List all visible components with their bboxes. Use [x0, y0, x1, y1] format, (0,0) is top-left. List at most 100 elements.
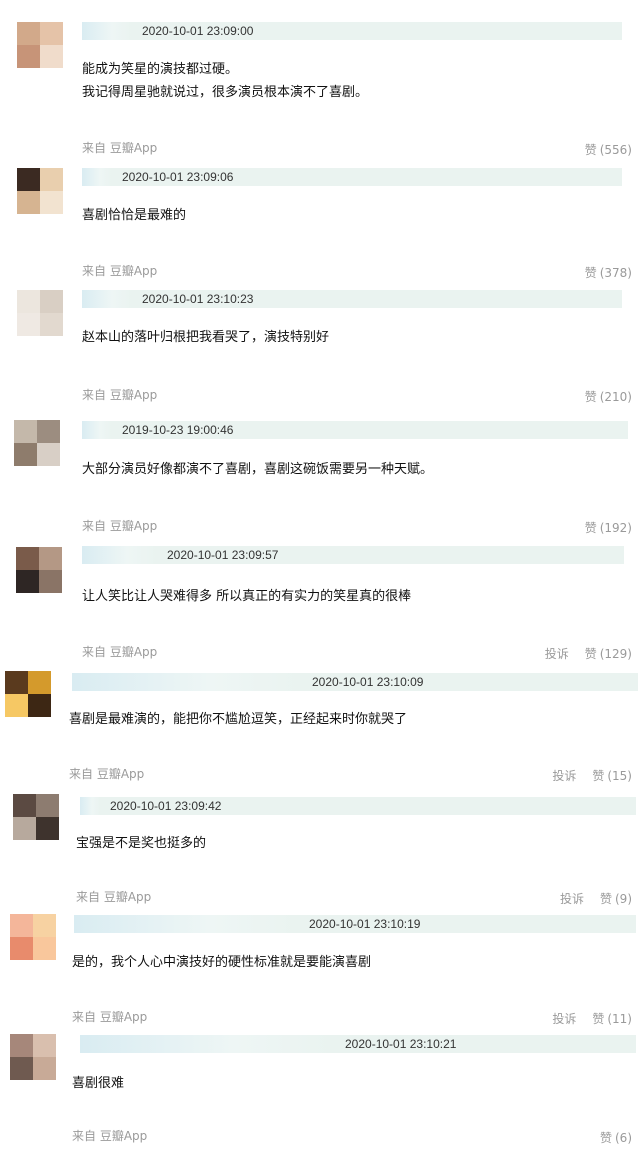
comment-text-line: 喜剧很难: [72, 1076, 125, 1091]
comment-text-line: 能成为笑星的演技都过硬。: [82, 62, 239, 77]
comment-text-line: 喜剧是最难演的，能把你不尴尬逗笑，正经起来时你就哭了: [69, 712, 408, 727]
like-label: 赞: [599, 892, 612, 906]
like-count: (11): [607, 1012, 632, 1026]
like-label: 赞: [584, 647, 597, 661]
comment-meta-bar: 2020-10-01 23:09:57: [82, 546, 624, 564]
like-count: (6): [615, 1131, 632, 1145]
comment-text: 能成为笑星的演技都过硬。我记得周星驰就说过，很多演员根本演不了喜剧。: [82, 58, 368, 104]
username-redacted[interactable]: [82, 168, 112, 186]
comment-timestamp: 2020-10-01 23:10:23: [142, 292, 254, 306]
like-button[interactable]: 赞 (210): [585, 388, 632, 405]
like-button[interactable]: 赞 (11): [592, 1010, 632, 1027]
like-label: 赞: [592, 1012, 605, 1026]
comment-meta-bar: 2020-10-01 23:09:06: [82, 168, 622, 186]
report-button[interactable]: 投诉: [545, 645, 569, 662]
username-redacted[interactable]: [80, 1035, 335, 1053]
comment-text-line: 大部分演员好像都演不了喜剧，喜剧这碗饭需要另一种天赋。: [82, 462, 434, 477]
like-button[interactable]: 赞 (6): [600, 1129, 632, 1146]
username-redacted[interactable]: [72, 673, 302, 691]
comment-source: 来自 豆瓣App: [82, 519, 158, 533]
comment-source: 来自 豆瓣App: [72, 1010, 148, 1024]
username-redacted[interactable]: [82, 421, 112, 439]
comment-source: 来自 豆瓣App: [69, 767, 145, 781]
like-count: (9): [615, 892, 632, 906]
comment-text-line: 赵本山的落叶归根把我看哭了，演技特别好: [82, 330, 330, 345]
like-button[interactable]: 赞 (378): [585, 264, 632, 281]
comment-text: 赵本山的落叶归根把我看哭了，演技特别好: [82, 326, 329, 349]
like-label: 赞: [592, 769, 605, 783]
comment-source: 来自 豆瓣App: [82, 264, 158, 278]
comment-meta-bar: 2020-10-01 23:10:23: [82, 290, 622, 308]
username-redacted[interactable]: [82, 22, 132, 40]
comment-actions: 投诉赞 (11): [552, 1010, 632, 1027]
like-count: (556): [599, 143, 632, 157]
avatar[interactable]: [17, 290, 63, 336]
username-redacted[interactable]: [80, 797, 100, 815]
comment-text-line: 喜剧恰恰是最难的: [82, 208, 187, 223]
comment-meta-bar: 2020-10-01 23:10:09: [72, 673, 638, 691]
comment-timestamp: 2020-10-01 23:09:06: [122, 170, 234, 184]
comment-text: 喜剧很难: [72, 1072, 124, 1095]
comment-text: 大部分演员好像都演不了喜剧，喜剧这碗饭需要另一种天赋。: [82, 458, 433, 481]
username-redacted[interactable]: [74, 915, 299, 933]
like-button[interactable]: 赞 (129): [585, 645, 632, 662]
comment-source: 来自 豆瓣App: [82, 645, 158, 659]
avatar[interactable]: [10, 914, 56, 960]
report-button[interactable]: 投诉: [552, 767, 576, 784]
comment-actions: 投诉赞 (129): [545, 645, 632, 662]
comment-actions: 赞 (378): [585, 264, 632, 281]
comment-source: 来自 豆瓣App: [82, 388, 158, 402]
comment-timestamp: 2020-10-01 23:09:00: [142, 24, 254, 38]
comment-actions: 投诉赞 (15): [552, 767, 632, 784]
comment-timestamp: 2020-10-01 23:10:09: [312, 675, 424, 689]
comment-source: 来自 豆瓣App: [72, 1129, 148, 1143]
comment-meta-bar: 2020-10-01 23:10:19: [74, 915, 636, 933]
like-button[interactable]: 赞 (15): [592, 767, 632, 784]
report-button[interactable]: 投诉: [560, 890, 584, 907]
comment-actions: 赞 (6): [600, 1129, 632, 1146]
comment-text: 喜剧恰恰是最难的: [82, 204, 186, 227]
like-button[interactable]: 赞 (9): [600, 890, 632, 907]
comment-timestamp: 2020-10-01 23:10:21: [345, 1037, 457, 1051]
comment-text: 宝强是不是奖也挺多的: [76, 832, 206, 855]
comment-timestamp: 2020-10-01 23:09:42: [110, 799, 222, 813]
like-count: (15): [607, 769, 632, 783]
report-button[interactable]: 投诉: [552, 1010, 576, 1027]
avatar[interactable]: [14, 420, 60, 466]
comment-source: 来自 豆瓣App: [76, 890, 152, 904]
like-count: (210): [599, 390, 632, 404]
avatar[interactable]: [16, 547, 62, 593]
avatar[interactable]: [5, 671, 51, 717]
like-label: 赞: [584, 143, 597, 157]
like-label: 赞: [584, 266, 597, 280]
avatar[interactable]: [10, 1034, 56, 1080]
like-label: 赞: [584, 521, 597, 535]
like-button[interactable]: 赞 (556): [585, 141, 632, 158]
comment-text-line: 是的，我个人心中演技好的硬性标准就是要能演喜剧: [72, 955, 372, 970]
like-button[interactable]: 赞 (192): [585, 519, 632, 536]
like-count: (378): [599, 266, 632, 280]
like-label: 赞: [599, 1131, 612, 1145]
comment-source: 来自 豆瓣App: [82, 141, 158, 155]
comment-meta-bar: 2020-10-01 23:09:00: [82, 22, 622, 40]
username-redacted[interactable]: [82, 290, 132, 308]
avatar[interactable]: [17, 168, 63, 214]
comment-text-line: 让人笑比让人哭难得多 所以真正的有实力的笑星真的很棒: [82, 589, 412, 604]
avatar[interactable]: [17, 22, 63, 68]
comment-text: 喜剧是最难演的，能把你不尴尬逗笑，正经起来时你就哭了: [69, 708, 407, 731]
username-redacted[interactable]: [82, 546, 157, 564]
comment-timestamp: 2020-10-01 23:10:19: [309, 917, 421, 931]
comment-timestamp: 2020-10-01 23:09:57: [167, 548, 279, 562]
comment-actions: 赞 (556): [585, 141, 632, 158]
like-count: (192): [599, 521, 632, 535]
like-label: 赞: [584, 390, 597, 404]
comment-timestamp: 2019-10-23 19:00:46: [122, 423, 234, 437]
comment-text-line: 我记得周星驰就说过，很多演员根本演不了喜剧。: [82, 85, 369, 100]
avatar[interactable]: [13, 794, 59, 840]
comment-list: 2020-10-01 23:09:00 能成为笑星的演技都过硬。我记得周星驰就说过…: [0, 0, 640, 1149]
comment-actions: 赞 (210): [585, 388, 632, 405]
comment-meta-bar: 2020-10-01 23:09:42: [80, 797, 636, 815]
comment-text-line: 宝强是不是奖也挺多的: [76, 836, 207, 851]
comment-actions: 投诉赞 (9): [560, 890, 632, 907]
comment-meta-bar: 2020-10-01 23:10:21: [80, 1035, 636, 1053]
